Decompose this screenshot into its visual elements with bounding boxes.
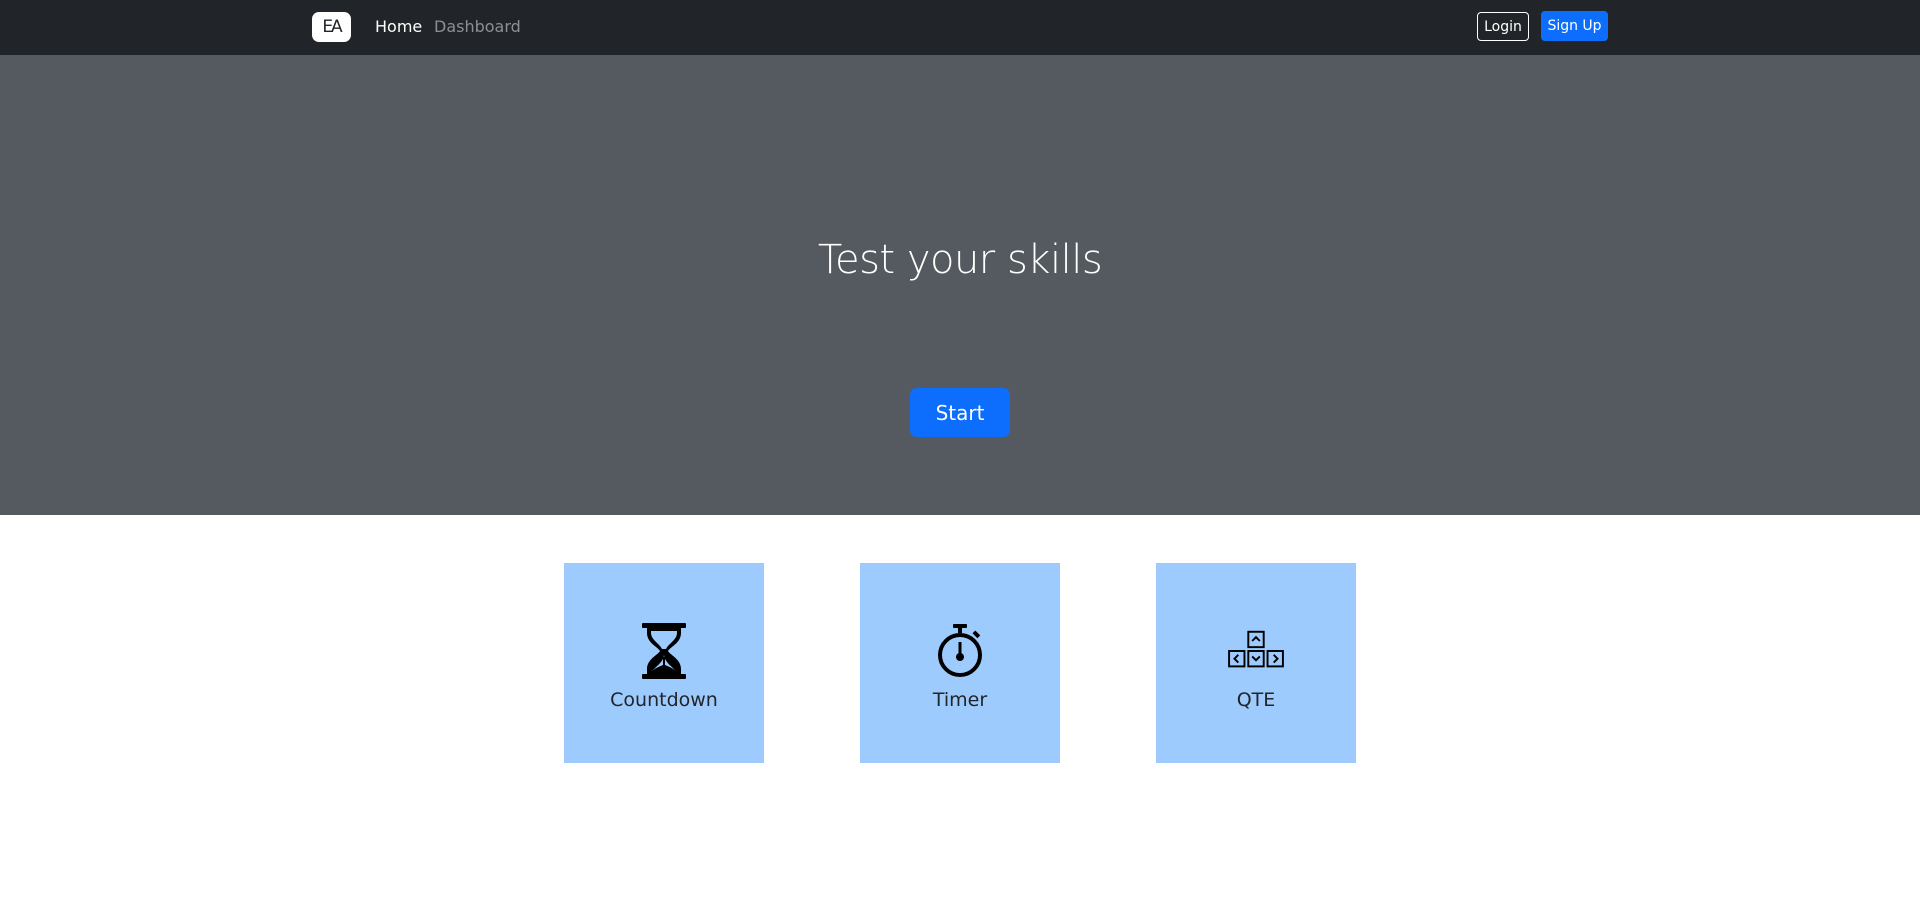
card-label-countdown: Countdown [610,689,718,711]
card-countdown[interactable]: Countdown [564,563,764,763]
nav-link-home[interactable]: Home [375,17,422,37]
brand-logo[interactable]: EA [312,12,351,42]
card-label-qte: QTE [1236,689,1276,711]
card-qte[interactable]: QTE [1156,563,1356,763]
arrow-keys-icon [1226,621,1286,681]
hero-section: Test your skills Start [0,55,1920,515]
start-button[interactable]: Start [910,388,1010,437]
hero-title: Test your skills [817,237,1103,283]
signup-button[interactable]: Sign Up [1541,11,1608,41]
card-label-timer: Timer [932,689,988,711]
hourglass-icon [634,621,694,681]
card-timer[interactable]: Timer [860,563,1060,763]
nav-link-dashboard[interactable]: Dashboard [434,17,521,37]
login-button[interactable]: Login [1477,12,1529,41]
top-navbar: EA Home Dashboard Login Sign Up [0,0,1920,55]
stopwatch-icon [930,621,990,681]
